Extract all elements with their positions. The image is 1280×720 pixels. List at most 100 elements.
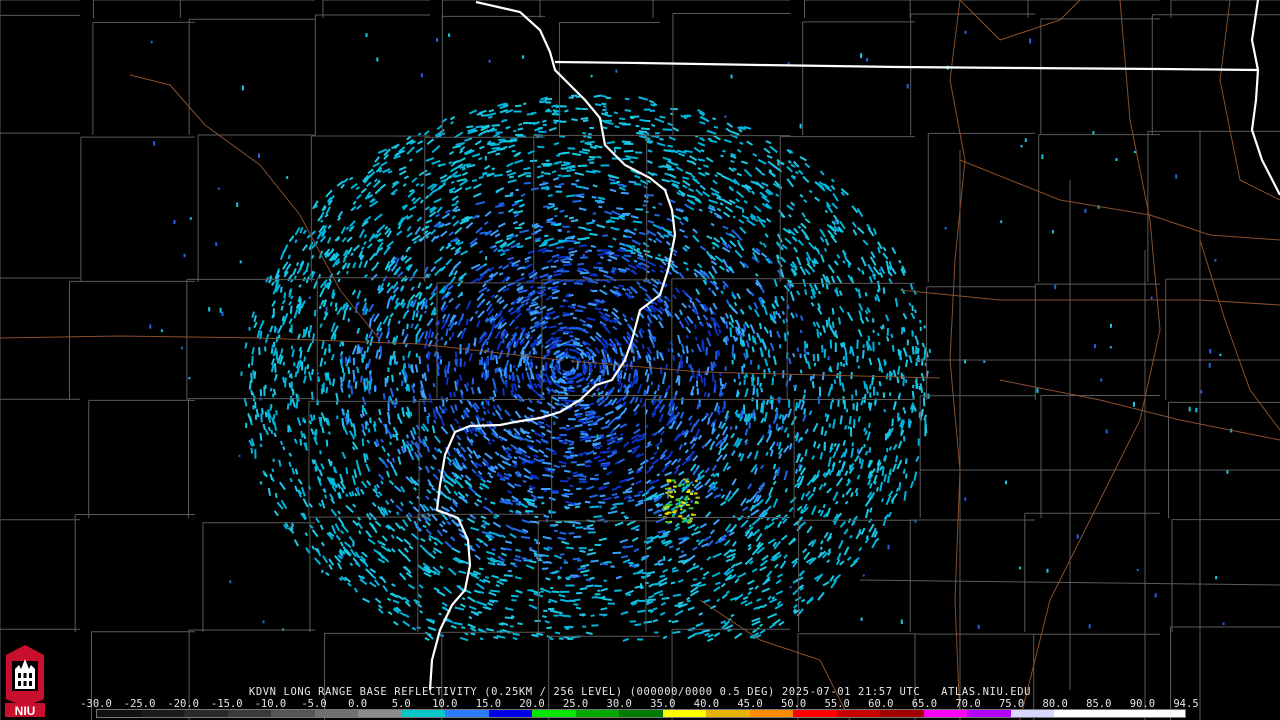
echo-gate bbox=[545, 554, 549, 557]
echo-gate bbox=[607, 602, 615, 605]
echo-gate bbox=[369, 371, 372, 375]
echo-gate bbox=[605, 221, 610, 224]
echo-gate bbox=[587, 531, 596, 534]
echo-gate bbox=[300, 361, 304, 371]
echo-gate bbox=[902, 381, 905, 386]
echo-gate bbox=[522, 122, 532, 125]
echo-gate bbox=[540, 587, 544, 590]
echo-gate bbox=[494, 368, 497, 373]
echo-gate bbox=[398, 372, 402, 376]
echo-gate bbox=[622, 123, 631, 126]
echo-gate bbox=[240, 371, 243, 376]
echo-gate bbox=[824, 413, 828, 417]
echo-gate bbox=[715, 350, 718, 360]
echo-gate bbox=[278, 334, 281, 338]
echo-gate bbox=[793, 384, 796, 389]
echo-gate bbox=[645, 572, 650, 576]
echo-gate bbox=[724, 366, 727, 371]
echo-gate bbox=[686, 356, 689, 364]
echo-gate bbox=[597, 253, 604, 256]
echo-gate bbox=[525, 359, 528, 367]
echo-gate bbox=[444, 370, 447, 378]
echo-gate bbox=[882, 392, 885, 398]
echo-gate bbox=[576, 412, 583, 415]
echo-gate bbox=[842, 396, 845, 405]
echo-gate bbox=[625, 593, 631, 596]
echo-gate bbox=[594, 543, 602, 546]
echo-gate bbox=[862, 344, 865, 348]
echo-gate bbox=[635, 151, 643, 154]
echo-gate bbox=[756, 376, 760, 386]
echo-gate bbox=[263, 386, 266, 397]
echo-gate bbox=[884, 360, 887, 365]
echo-gate bbox=[384, 377, 387, 387]
echo-gate bbox=[562, 260, 571, 264]
echo-gate bbox=[597, 589, 601, 592]
echo-gate bbox=[578, 481, 588, 483]
echo-gate bbox=[905, 473, 908, 479]
echo-gate bbox=[851, 442, 854, 447]
echo-gate bbox=[889, 370, 892, 381]
echo-gate bbox=[361, 404, 365, 412]
echo-gate bbox=[587, 136, 592, 139]
echo-gate bbox=[559, 553, 565, 556]
echo-gate bbox=[534, 619, 541, 623]
echo-gate bbox=[376, 331, 379, 336]
echo-gate bbox=[352, 357, 356, 366]
echo-gate bbox=[568, 418, 576, 421]
echo-gate bbox=[602, 102, 607, 105]
echo-gate bbox=[582, 625, 587, 628]
echo-gate bbox=[336, 415, 339, 420]
echo-gate bbox=[323, 361, 327, 365]
echo-gate bbox=[326, 372, 329, 378]
echo-gate bbox=[917, 438, 920, 446]
echo-gate bbox=[542, 561, 552, 564]
echo-gate bbox=[872, 386, 876, 396]
echo-gate bbox=[550, 586, 554, 590]
echo-gate bbox=[287, 424, 290, 433]
echo-gate bbox=[439, 359, 443, 364]
echo-gate bbox=[583, 574, 588, 577]
echo-gate bbox=[853, 419, 856, 426]
echo-gate bbox=[592, 290, 598, 292]
echo-gate bbox=[594, 593, 601, 596]
echo-gate bbox=[554, 570, 560, 573]
echo-gate bbox=[527, 589, 534, 592]
echo-gate bbox=[647, 119, 651, 123]
echo-gate bbox=[884, 433, 888, 441]
echo-gate bbox=[564, 300, 569, 303]
echo-gate bbox=[878, 342, 881, 345]
echo-gate bbox=[828, 317, 831, 323]
echo-gate bbox=[818, 386, 822, 397]
echo-gate bbox=[800, 437, 803, 441]
echo-gate bbox=[642, 204, 647, 207]
echo-gate bbox=[550, 265, 557, 268]
echo-gate bbox=[888, 392, 892, 397]
echo-gate bbox=[559, 391, 567, 394]
echo-gate bbox=[293, 362, 296, 367]
echo-gate bbox=[415, 353, 418, 358]
echo-gate bbox=[466, 382, 469, 387]
echo-gate bbox=[552, 452, 557, 455]
echo-gate bbox=[643, 200, 649, 203]
echo-gate bbox=[545, 110, 552, 113]
echo-gate bbox=[779, 344, 782, 349]
echo-gate bbox=[600, 164, 610, 167]
echo-gate bbox=[254, 401, 257, 409]
echo-gate bbox=[872, 329, 875, 333]
echo-gate bbox=[654, 631, 659, 634]
echo-gate bbox=[540, 225, 544, 228]
echo-gate bbox=[513, 110, 522, 113]
echo-gate bbox=[578, 547, 587, 550]
echo-gate bbox=[562, 225, 570, 228]
echo-gate bbox=[897, 412, 900, 422]
echo-gate bbox=[620, 511, 625, 515]
echo-gate bbox=[264, 346, 267, 352]
echo-gate bbox=[272, 308, 275, 318]
echo-gate bbox=[567, 147, 576, 150]
echo-gate bbox=[565, 627, 569, 630]
echo-gate bbox=[712, 373, 715, 382]
echo-gate bbox=[816, 353, 820, 362]
echo-gate bbox=[379, 345, 382, 356]
echo-gate bbox=[830, 383, 833, 390]
